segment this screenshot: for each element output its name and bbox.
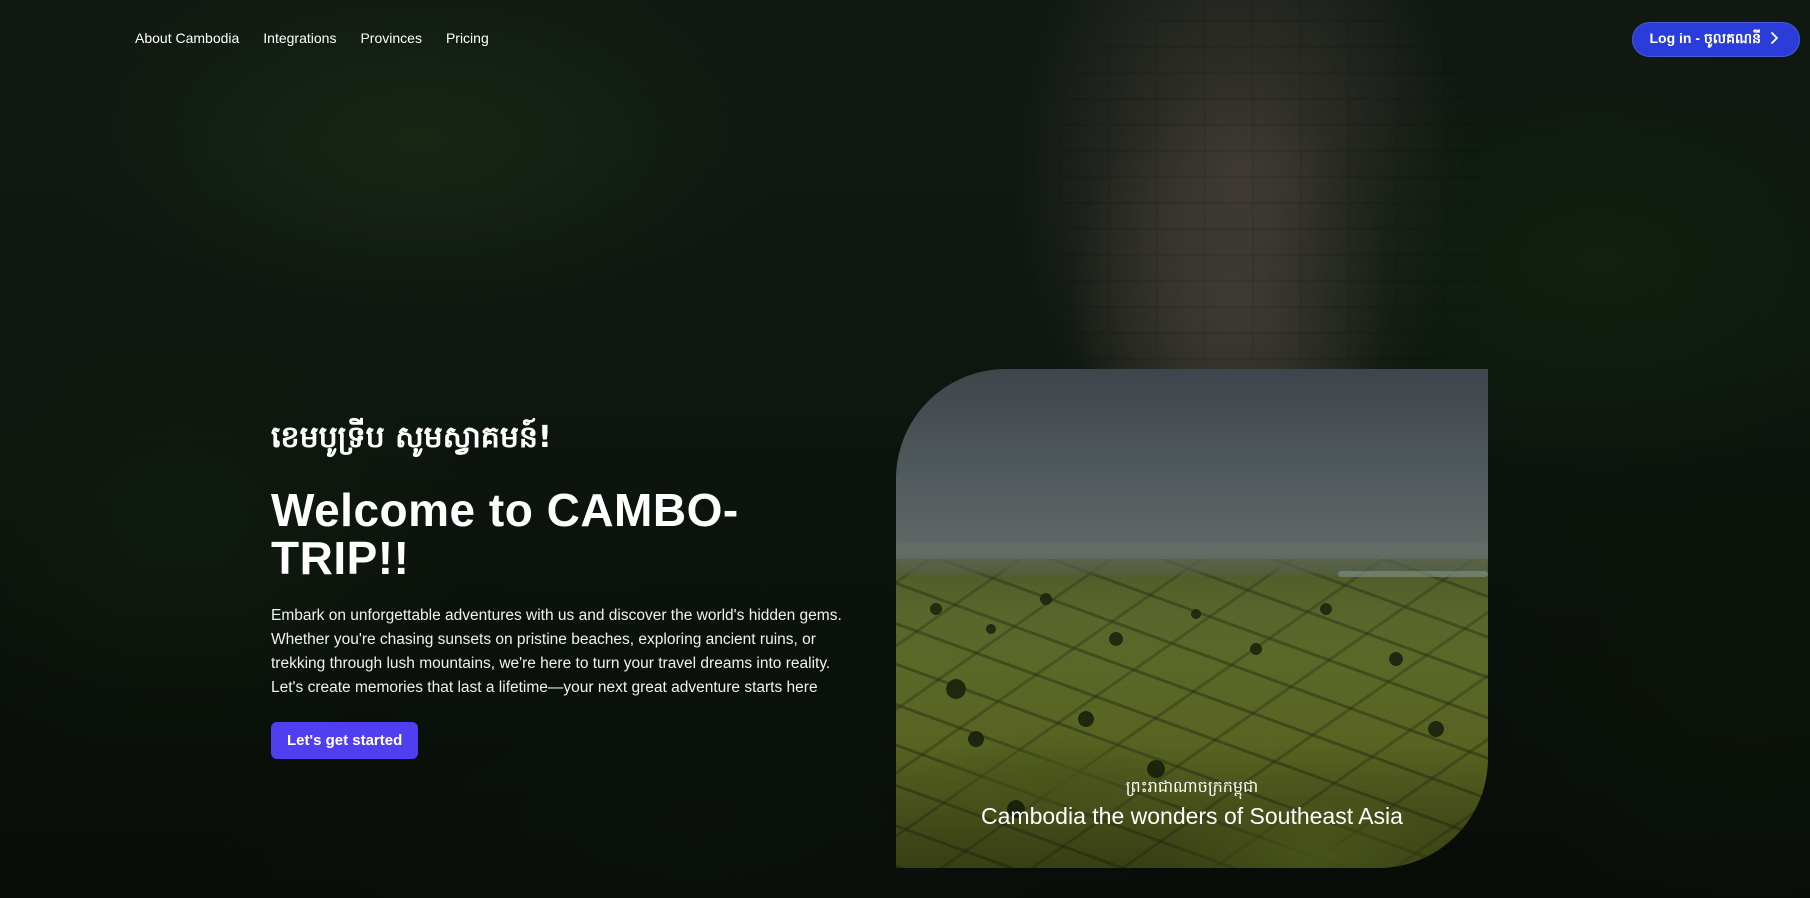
nav-item-provinces[interactable]: Provinces	[360, 30, 421, 46]
login-button-label: Log in - ចូលគណនី	[1649, 30, 1761, 46]
chevron-right-icon	[1769, 31, 1779, 47]
caption-english: Cambodia the wonders of Southeast Asia	[981, 803, 1403, 829]
nav-item-pricing[interactable]: Pricing	[446, 30, 489, 46]
hero-section: ខេមបូទ្រីប សូមស្វាគមន៍! Welcome to CAMBO…	[271, 418, 851, 759]
get-started-button[interactable]: Let's get started	[271, 722, 419, 759]
cambodia-photo-card: ព្រះរាជាណាចក្រកម្ពុជា Cambodia the wonde…	[896, 369, 1488, 868]
hero-description: Embark on unforgettable adventures with …	[271, 607, 842, 696]
nav-item-about-cambodia[interactable]: About Cambodia	[135, 30, 239, 46]
nav-item-integrations[interactable]: Integrations	[263, 30, 336, 46]
khmer-greeting: ខេមបូទ្រីប សូមស្វាគមន៍!	[271, 420, 552, 455]
photo-caption: ព្រះរាជាណាចក្រកម្ពុជា Cambodia the wonde…	[896, 776, 1488, 830]
top-nav: About Cambodia Integrations Provinces Pr…	[135, 30, 489, 46]
hero-title: Welcome to CAMBO-TRIP!!	[271, 484, 739, 584]
caption-khmer: ព្រះរាជាណាចក្រកម្ពុជា	[1125, 777, 1259, 796]
page: About Cambodia Integrations Provinces Pr…	[0, 0, 1810, 898]
login-button[interactable]: Log in - ចូលគណនី	[1632, 22, 1800, 57]
